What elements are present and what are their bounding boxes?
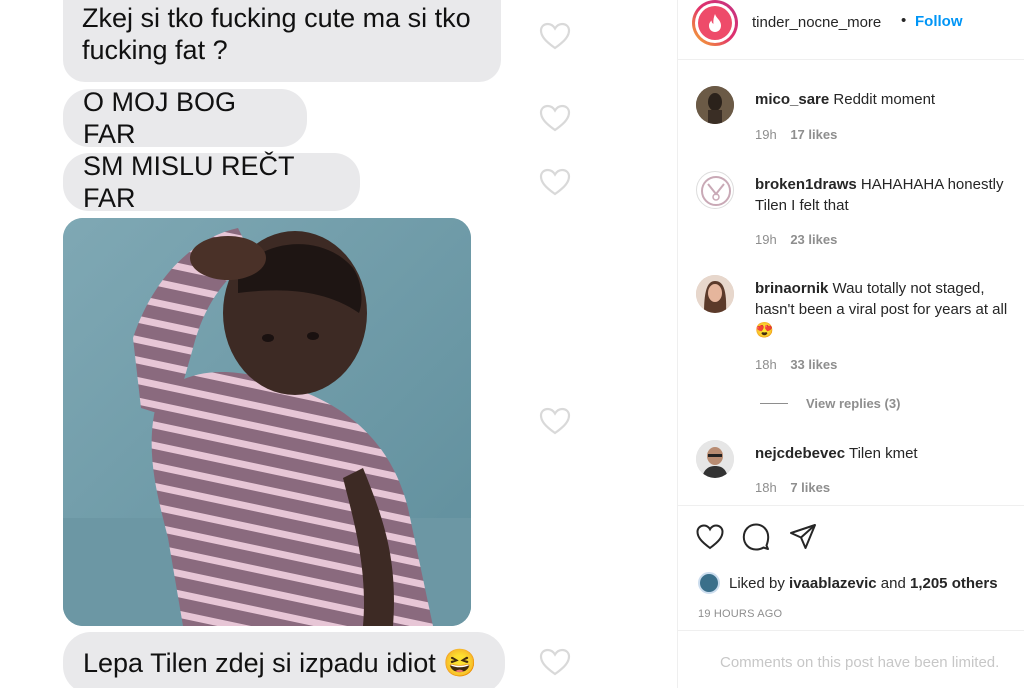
comment-bubble-icon[interactable]	[741, 522, 771, 552]
view-replies-button[interactable]: View replies (3)	[760, 396, 900, 411]
comment-time[interactable]: 19h	[755, 127, 777, 142]
heart-reaction-icon	[539, 167, 571, 197]
liker-username[interactable]: ivaablazevic	[789, 575, 877, 592]
comment-likes[interactable]: 33 likes	[790, 357, 837, 372]
commenter-avatar[interactable]	[696, 440, 734, 478]
liker-avatar[interactable]	[698, 572, 720, 594]
heart-reaction-icon	[539, 21, 571, 51]
liked-by: Liked by ivaablazevic and 1,205 others	[698, 572, 998, 594]
chat-message-text: O MOJ BOG FAR	[83, 87, 237, 149]
comment-time[interactable]: 19h	[755, 232, 777, 247]
comment-username[interactable]: brinaornik	[755, 280, 828, 297]
comment-meta: 19h 23 likes	[755, 232, 837, 247]
comment-meta: 18h 7 likes	[755, 480, 830, 495]
replies-line	[760, 403, 788, 404]
chat-bubble: Lepa Tilen zdej si izpadu idiot 😆	[63, 632, 505, 688]
chat-bubble: O MOJ BOG FAR	[63, 87, 307, 149]
comment-time[interactable]: 18h	[755, 480, 777, 495]
chat-message-text: Zkej si tko fucking cute ma si tko	[82, 3, 471, 33]
commenter-avatar[interactable]	[696, 275, 734, 313]
profile-avatar[interactable]	[692, 0, 738, 46]
follow-button[interactable]: Follow	[915, 13, 963, 30]
comments-limited-notice: Comments on this post have been limited.	[720, 654, 1000, 671]
liked-by-others[interactable]: 1,205 others	[910, 575, 998, 592]
post-timestamp[interactable]: 19 HOURS AGO	[698, 608, 782, 620]
comment-meta: 19h 17 likes	[755, 127, 837, 142]
liked-by-conjunction: and	[880, 574, 906, 592]
comment-username[interactable]: broken1draws	[755, 176, 857, 193]
comments-panel: tinder_nocne_more • Follow mico_sare Red…	[678, 0, 1024, 688]
chat-message-text: fucking fat ?	[82, 35, 228, 65]
comment-time[interactable]: 18h	[755, 357, 777, 372]
comment-text: Reddit moment	[833, 91, 936, 108]
comment-likes[interactable]: 23 likes	[790, 232, 837, 247]
chat-bubble: Zkej si tko fucking cute ma si tko fucki…	[63, 0, 501, 82]
gif-image	[63, 218, 471, 626]
chat-message-text: Lepa Tilen zdej si izpadu idiot 😆	[83, 648, 477, 678]
commenter-avatar[interactable]	[696, 171, 734, 209]
comment-likes[interactable]: 7 likes	[790, 480, 830, 495]
paper-plane-icon[interactable]	[788, 522, 818, 552]
limited-divider	[678, 630, 1024, 631]
view-replies-label: View replies (3)	[806, 396, 901, 411]
commenter-avatar[interactable]	[696, 86, 734, 124]
header-separator: •	[901, 12, 907, 29]
comment-text: Tilen kmet	[848, 445, 918, 462]
post-header: tinder_nocne_more • Follow	[678, 0, 1024, 60]
comment-username[interactable]: nejcdebevec	[755, 445, 845, 462]
comment-meta: 18h 33 likes	[755, 357, 837, 372]
heart-reaction-icon	[539, 406, 571, 436]
comment-likes[interactable]: 17 likes	[790, 127, 837, 142]
post-author-username[interactable]: tinder_nocne_more	[752, 14, 881, 31]
tinder-flame-icon	[698, 6, 732, 40]
chat-message-text: SM MISLU REČT FAR	[83, 151, 295, 213]
comment-username[interactable]: mico_sare	[755, 91, 829, 108]
actions-divider	[678, 505, 1024, 506]
heart-reaction-icon	[539, 103, 571, 133]
heart-reaction-icon	[539, 647, 571, 677]
post-image[interactable]: Zkej si tko fucking cute ma si tko fucki…	[0, 0, 590, 688]
liked-by-prefix: Liked by	[729, 574, 785, 592]
chat-bubble: SM MISLU REČT FAR	[63, 151, 360, 213]
heart-icon[interactable]	[695, 522, 725, 552]
